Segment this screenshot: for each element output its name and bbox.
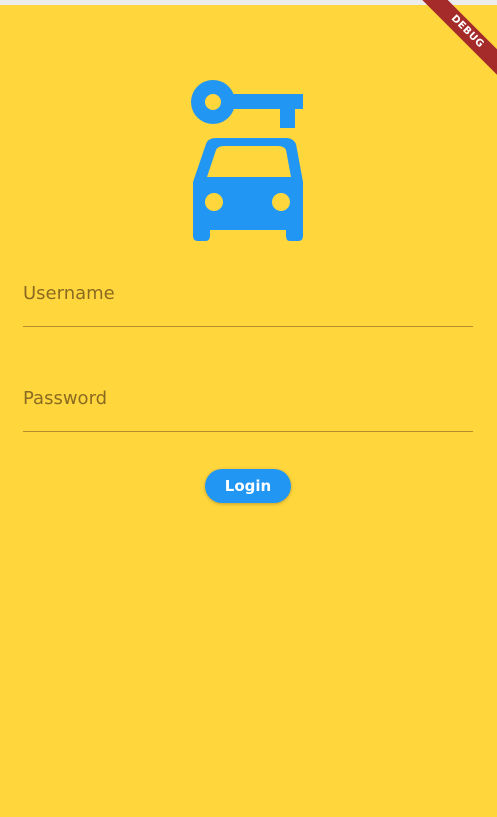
username-placeholder: Username [23, 283, 115, 304]
username-field[interactable]: Username [23, 282, 473, 327]
password-field[interactable]: Password [23, 387, 473, 432]
login-screen: Username Password Login [0, 5, 497, 817]
password-placeholder: Password [23, 388, 108, 409]
app-window: Username Password Login DEBUG [0, 0, 497, 817]
app-logo [190, 78, 306, 248]
login-button[interactable]: Login [205, 469, 291, 503]
